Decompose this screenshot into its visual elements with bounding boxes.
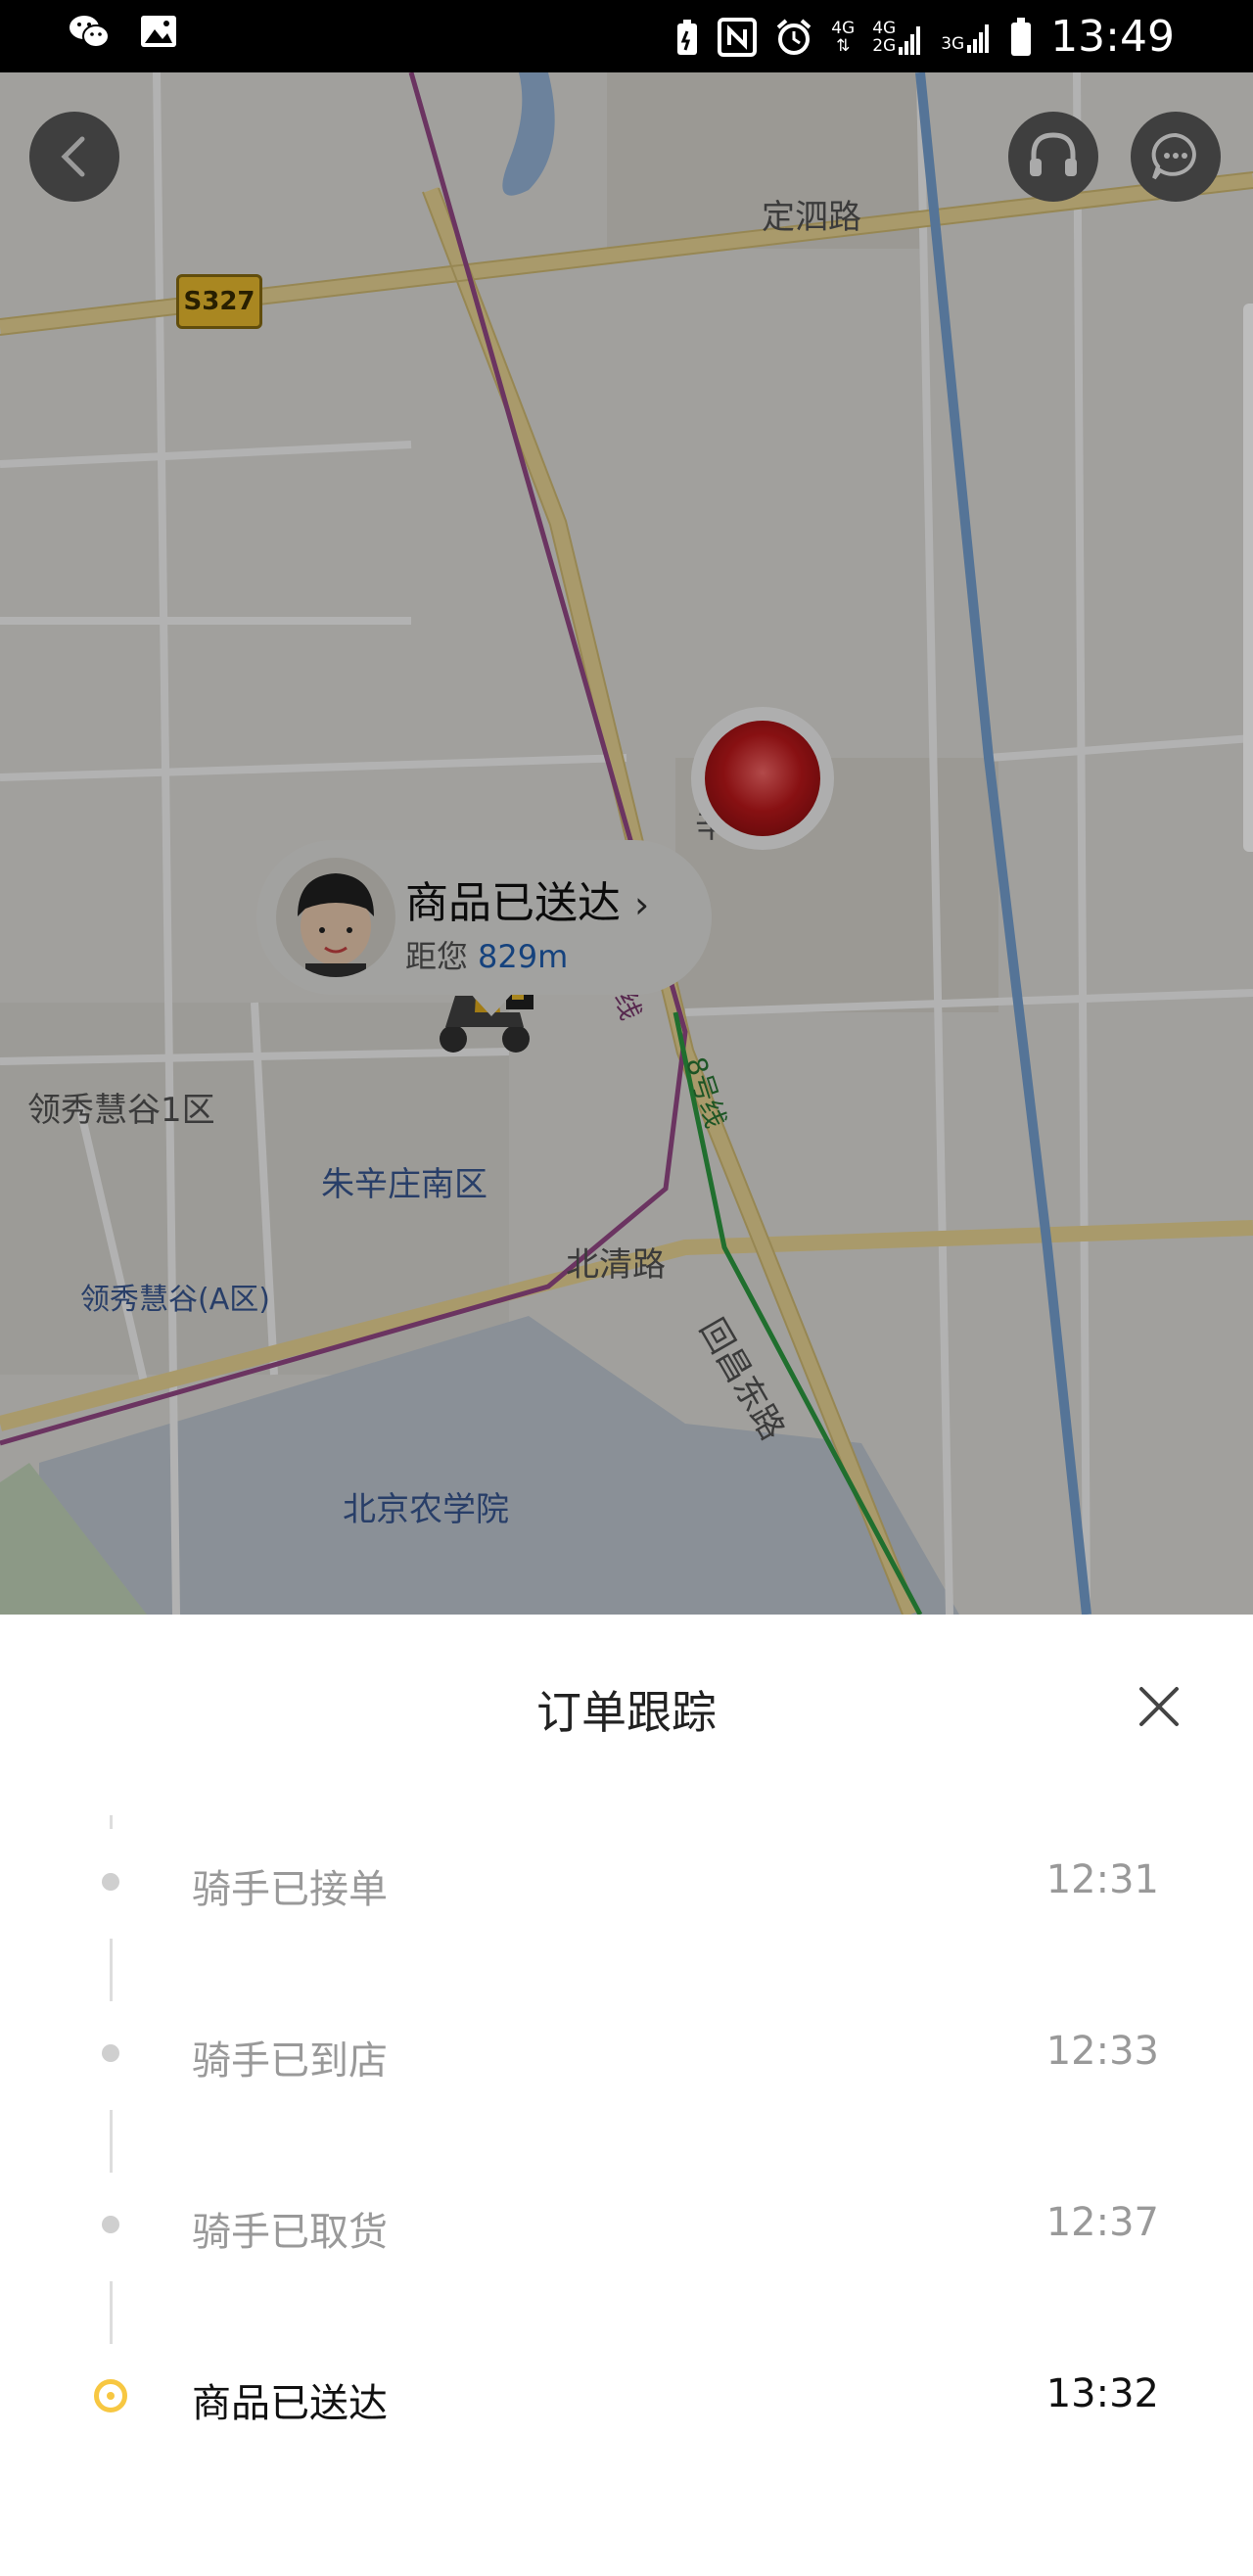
back-button[interactable]: [29, 112, 119, 202]
back-icon: [61, 136, 85, 177]
timeline-connector: [110, 1815, 113, 1829]
network-4g-2g: 4G 2G: [872, 20, 923, 55]
timeline-dot: [102, 2216, 119, 2233]
timeline-dot: [102, 1873, 119, 1891]
status-left: [69, 12, 178, 51]
wechat-icon: [70, 16, 110, 48]
network-4g-label: 4G: [831, 19, 856, 38]
customer-service-button[interactable]: [1008, 112, 1098, 202]
timeline-time-active: 13:32: [1045, 2371, 1159, 2416]
message-button[interactable]: [1131, 112, 1221, 202]
timeline-dot: [102, 2044, 119, 2062]
chat-icon: [1151, 132, 1196, 180]
signal-icon: [899, 26, 921, 55]
timeline-time: 12:33: [1045, 2029, 1159, 2074]
side-drawer-handle[interactable]: [1243, 304, 1253, 852]
network-3g-label: 3G: [941, 34, 965, 54]
headset-icon: [1030, 132, 1077, 176]
timeline-label-active: 商品已送达: [192, 2381, 388, 2426]
alarm-icon: [776, 19, 812, 55]
timeline-connector: [110, 2281, 113, 2344]
status-time: 13:49: [1050, 12, 1175, 62]
status-right: 4G ⇅ 4G 2G 3G 13:49: [674, 8, 1175, 67]
network-4g: 4G ⇅: [831, 19, 856, 56]
close-button[interactable]: [1134, 1681, 1184, 1732]
map-dim-overlay: [0, 72, 1253, 1615]
timeline-label: 骑手已取货: [192, 2210, 388, 2255]
sheet-title: 订单跟踪: [536, 1686, 717, 1739]
timeline-time: 12:37: [1045, 2200, 1159, 2245]
signal-3g-icon: [967, 24, 990, 53]
timeline-time: 12:31: [1045, 1857, 1159, 1902]
timeline-label: 骑手已到店: [192, 2038, 388, 2084]
battery-icon: [1011, 18, 1032, 56]
timeline-dot-active: [94, 2379, 127, 2412]
network-3g: 3G: [941, 22, 992, 53]
status-bar: 4G ⇅ 4G 2G 3G 13:49: [0, 0, 1253, 72]
timeline-connector: [110, 2110, 113, 2173]
battery-saver-icon: [677, 20, 698, 55]
timeline-connector: [110, 1939, 113, 2001]
network-2g-bottom: 2G: [872, 36, 897, 56]
gallery-icon: [141, 16, 176, 47]
close-icon: [1139, 1687, 1179, 1726]
order-tracking-sheet: 订单跟踪 骑手已接单 12:31 骑手已到店 12:33 骑手已取货 12:37…: [0, 1615, 1253, 2576]
network-4g-top: 4G: [872, 19, 897, 38]
nfc-icon: [718, 18, 758, 57]
map-view[interactable]: S327 定泗路 辛庄 昌平线 8号线 领秀慧谷1区 朱辛庄南区 领秀慧谷(A区…: [0, 72, 1253, 1615]
timeline-label: 骑手已接单: [192, 1867, 388, 1912]
